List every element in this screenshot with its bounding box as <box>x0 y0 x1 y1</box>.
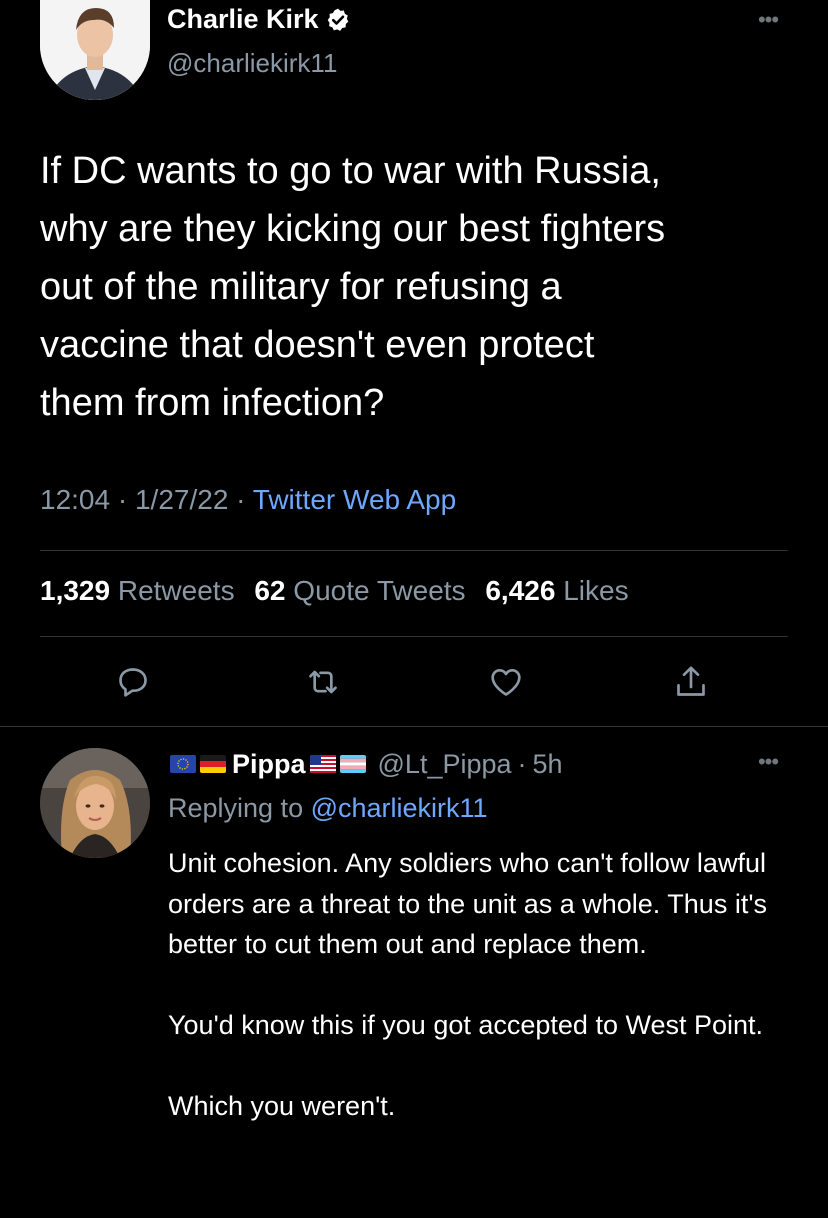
section-divider <box>0 726 828 727</box>
meta-separator: · <box>117 484 128 515</box>
reply-author-avatar[interactable] <box>40 748 150 858</box>
like-button[interactable] <box>486 662 526 702</box>
usa-flag-icon <box>309 755 336 773</box>
replying-to-mention[interactable]: @charliekirk11 <box>311 793 488 823</box>
tweet-date[interactable]: 1/27/22 <box>135 484 228 515</box>
reply-separator: · <box>517 748 527 779</box>
heart-icon <box>491 669 521 696</box>
trans-flag-icon <box>339 755 366 773</box>
reply-icon <box>119 668 147 697</box>
reply-more-options-icon[interactable]: ••• <box>750 751 786 773</box>
reply-time[interactable]: 5h <box>533 749 563 780</box>
germany-flag-icon <box>200 755 226 773</box>
tweet-time[interactable]: 12:04 <box>40 484 110 515</box>
author-name-row[interactable]: Charlie Kirk <box>167 4 351 35</box>
reply-text: Unit cohesion. Any soldiers who can't fo… <box>168 843 798 1127</box>
share-button[interactable] <box>671 662 711 702</box>
eu-flag-icon <box>170 755 196 773</box>
tweet-text: If DC wants to go to war with Russia, wh… <box>40 150 666 424</box>
more-options-icon[interactable]: ••• <box>750 9 786 31</box>
tweet-stats: 1,329 Retweets 62 Quote Tweets 6,426 Lik… <box>40 575 629 607</box>
tweet-meta: 12:04 · 1/27/22 · Twitter Web App <box>40 484 456 516</box>
likes-label: Likes <box>563 575 629 606</box>
author-name[interactable]: Charlie Kirk <box>167 4 319 35</box>
likes-count: 6,426 <box>485 575 556 606</box>
reply-author-handle[interactable]: @Lt_Pippa <box>378 749 512 780</box>
tweet-source-link[interactable]: Twitter Web App <box>253 484 456 515</box>
retweets-count: 1,329 <box>40 575 111 606</box>
reply-paragraph: You'd know this if you got accepted to W… <box>168 1010 764 1040</box>
divider <box>40 550 788 551</box>
reply-paragraph: Which you weren't. <box>168 1091 396 1121</box>
author-handle[interactable]: @charliekirk11 <box>167 48 337 79</box>
reply-header: Pippa @Lt_Pippa · 5h <box>170 746 563 782</box>
divider <box>40 636 788 637</box>
retweet-icon <box>309 670 337 694</box>
author-avatar[interactable] <box>40 0 150 100</box>
quote-tweets-label: Quote Tweets <box>293 575 466 606</box>
retweets-label: Retweets <box>117 575 235 606</box>
share-icon <box>677 666 705 696</box>
retweet-button[interactable] <box>303 662 343 702</box>
retweets-stat[interactable]: 1,329 Retweets <box>40 575 235 606</box>
tweet-detail-page: Charlie Kirk @charliekirk11 ••• If DC wa… <box>0 0 828 1218</box>
verified-badge-icon <box>325 7 351 33</box>
quote-tweets-count: 62 <box>254 575 286 606</box>
reply-paragraph: Unit cohesion. Any soldiers who can't fo… <box>168 848 767 959</box>
replying-to-label: Replying to <box>168 793 304 823</box>
likes-stat[interactable]: 6,426 Likes <box>485 575 628 606</box>
replying-to: Replying to @charliekirk11 <box>168 793 488 824</box>
reply-button[interactable] <box>113 662 153 702</box>
reply-author-name[interactable]: Pippa <box>232 749 306 780</box>
quote-tweets-stat[interactable]: 62 Quote Tweets <box>254 575 465 606</box>
meta-separator: · <box>236 484 246 515</box>
